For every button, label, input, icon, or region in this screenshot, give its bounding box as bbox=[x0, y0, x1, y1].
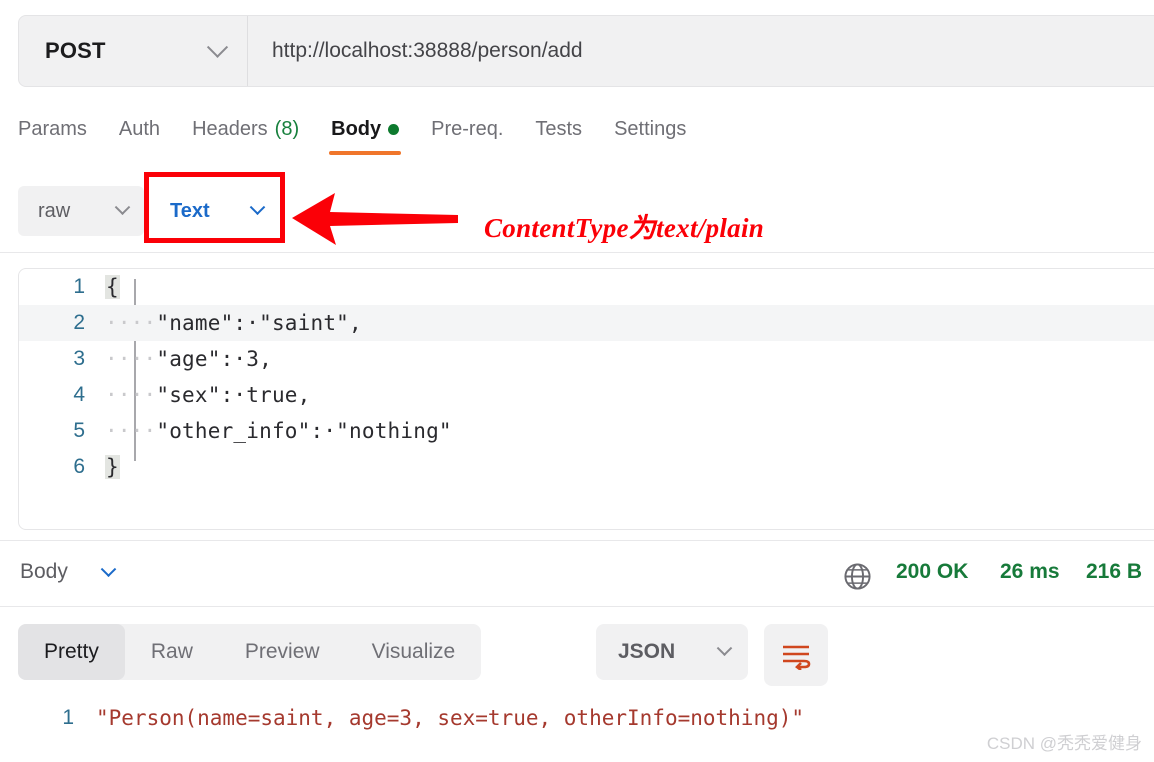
tab-pre-request-label: Pre-req. bbox=[431, 118, 504, 140]
indent-marker: ···· bbox=[105, 419, 157, 443]
response-line-text: "Person(name=saint, age=3, sex=true, oth… bbox=[96, 706, 805, 730]
tab-settings[interactable]: Settings bbox=[598, 118, 702, 155]
response-tab-visualize-label: Visualize bbox=[371, 640, 456, 663]
editor-line: 3 ····"age":·3, bbox=[19, 341, 1154, 377]
chevron-down-icon bbox=[249, 198, 266, 215]
tab-params[interactable]: Params bbox=[18, 118, 103, 155]
response-tab-visualize[interactable]: Visualize bbox=[346, 624, 482, 680]
tab-body[interactable]: Body bbox=[315, 118, 415, 155]
divider bbox=[0, 606, 1154, 607]
tab-auth[interactable]: Auth bbox=[103, 118, 176, 155]
editor-line-text: "age":·3, bbox=[156, 347, 272, 371]
line-number: 5 bbox=[73, 419, 85, 442]
line-number: 2 bbox=[73, 311, 85, 334]
http-method-label: POST bbox=[45, 38, 106, 63]
response-size: 216 B bbox=[1086, 560, 1143, 583]
body-mode-dropdown[interactable]: raw bbox=[18, 186, 144, 236]
response-tab-preview-label: Preview bbox=[244, 640, 320, 663]
request-tab-bar: Params Auth Headers (8) Body Pre-req. Te… bbox=[0, 118, 1154, 168]
response-time: 26 ms bbox=[1000, 560, 1060, 583]
chevron-down-icon bbox=[206, 36, 229, 58]
http-method-dropdown[interactable]: POST bbox=[19, 16, 248, 86]
chevron-down-icon bbox=[716, 639, 733, 656]
body-format-dropdown[interactable]: Text bbox=[152, 186, 277, 236]
line-number: 1 bbox=[73, 275, 85, 298]
response-header: Body 200 OK 26 ms 216 B bbox=[0, 548, 1154, 606]
tab-settings-label: Settings bbox=[614, 118, 687, 140]
url-input[interactable]: http://localhost:38888/person/add bbox=[248, 16, 1154, 86]
indent-marker: ···· bbox=[105, 347, 157, 371]
editor-line-text: } bbox=[105, 455, 120, 479]
line-number: 6 bbox=[73, 455, 85, 478]
url-bar: POST http://localhost:38888/person/add bbox=[18, 15, 1154, 87]
editor-line: 4 ····"sex":·true, bbox=[19, 377, 1154, 413]
response-line: 1 "Person(name=saint, age=3, sex=true, o… bbox=[0, 700, 1154, 736]
indent-marker: ···· bbox=[105, 311, 157, 335]
body-mode-label: raw bbox=[38, 199, 71, 222]
tab-pre-request[interactable]: Pre-req. bbox=[415, 118, 519, 155]
tab-headers-label: Headers bbox=[192, 118, 268, 140]
line-number: 4 bbox=[73, 383, 85, 406]
headers-count-badge: (8) bbox=[274, 118, 300, 140]
annotation-arrow-icon bbox=[292, 193, 458, 245]
chevron-down-icon bbox=[114, 198, 131, 215]
editor-line-text: { bbox=[105, 275, 120, 299]
request-body-editor[interactable]: 1 { 2 ····"name":·"saint", 3 ····"age":·… bbox=[18, 268, 1154, 530]
word-wrap-icon bbox=[783, 645, 811, 670]
editor-line: 1 { bbox=[19, 269, 1154, 305]
body-present-dot-icon bbox=[388, 124, 400, 135]
editor-line-text: "other_info":·"nothing" bbox=[156, 419, 452, 443]
response-tab-preview[interactable]: Preview bbox=[219, 624, 346, 680]
response-tab-pretty[interactable]: Pretty bbox=[18, 624, 125, 680]
line-number: 1 bbox=[62, 706, 74, 729]
editor-line-text: "sex":·true, bbox=[156, 383, 311, 407]
editor-line-text: "name":·"saint", bbox=[156, 311, 362, 335]
tab-tests-label: Tests bbox=[535, 118, 583, 140]
tab-headers[interactable]: Headers (8) bbox=[176, 118, 315, 155]
tab-body-label: Body bbox=[331, 118, 382, 140]
editor-line: 6 } bbox=[19, 449, 1154, 485]
divider bbox=[0, 540, 1154, 541]
line-number: 3 bbox=[73, 347, 85, 370]
globe-icon bbox=[844, 563, 871, 590]
postman-request-response-panel: POST http://localhost:38888/person/add P… bbox=[0, 0, 1154, 762]
url-text: http://localhost:38888/person/add bbox=[272, 39, 583, 62]
response-view-tab-bar: Pretty Raw Preview Visualize bbox=[18, 624, 482, 680]
response-tab-pretty-label: Pretty bbox=[44, 640, 99, 663]
response-status-code: 200 OK bbox=[896, 560, 969, 583]
body-format-label: Text bbox=[170, 199, 210, 222]
indent-marker: ···· bbox=[105, 383, 157, 407]
annotation-text: ContentType为text/plain bbox=[484, 213, 765, 243]
editor-line: 5 ····"other_info":·"nothing" bbox=[19, 413, 1154, 449]
response-body-label: Body bbox=[20, 560, 68, 583]
tab-tests[interactable]: Tests bbox=[519, 118, 598, 155]
response-format-dropdown[interactable]: JSON bbox=[596, 624, 748, 680]
response-tab-raw-label: Raw bbox=[150, 640, 193, 663]
divider bbox=[0, 252, 1154, 253]
editor-line: 2 ····"name":·"saint", bbox=[19, 305, 1154, 341]
word-wrap-button[interactable] bbox=[764, 624, 828, 686]
response-format-label: JSON bbox=[618, 640, 676, 663]
tab-auth-label: Auth bbox=[118, 118, 161, 140]
response-body-dropdown[interactable] bbox=[100, 561, 117, 584]
watermark: CSDN @秃秃爱健身 bbox=[986, 734, 1142, 753]
response-tab-raw[interactable]: Raw bbox=[125, 624, 219, 680]
response-body-viewer[interactable]: 1 "Person(name=saint, age=3, sex=true, o… bbox=[0, 700, 1154, 762]
tab-params-label: Params bbox=[18, 118, 87, 140]
